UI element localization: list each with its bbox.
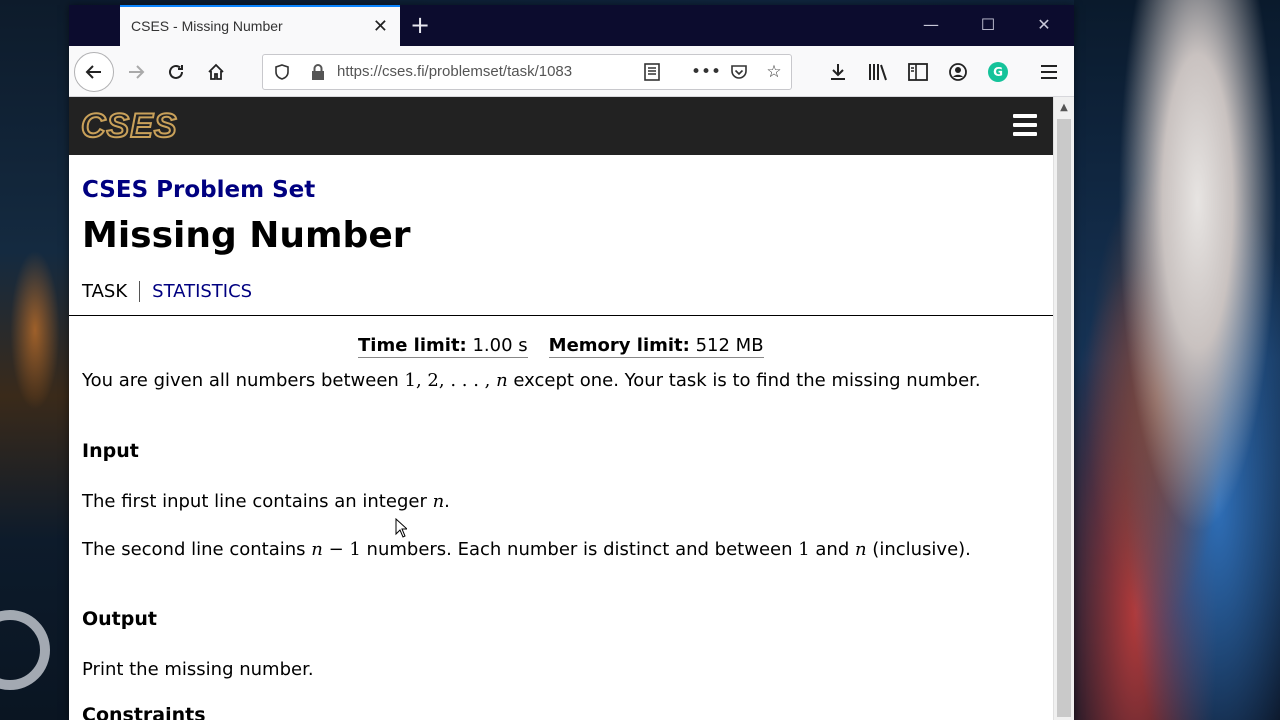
star-icon[interactable]: ☆ — [761, 59, 787, 85]
tracking-shield-icon[interactable] — [269, 59, 295, 85]
page-scrollbar[interactable]: ▲ — [1053, 97, 1074, 720]
forward-arrow-icon[interactable] — [122, 58, 150, 86]
page-viewport: CSES CSES Problem Set Missing Number TAS… — [69, 97, 1053, 720]
download-icon[interactable] — [824, 58, 852, 86]
url-bar[interactable]: https://cses.fi/problemset/task/1083 •••… — [262, 54, 792, 90]
input-paragraph-1: The first input line contains an integer… — [82, 491, 450, 512]
maximize-button[interactable]: ☐ — [968, 13, 1008, 37]
output-paragraph: Print the missing number. — [82, 659, 314, 680]
lock-icon[interactable] — [305, 59, 331, 85]
cses-logo[interactable]: CSES — [80, 106, 178, 146]
reader-view-icon[interactable] — [639, 59, 665, 85]
browser-window: CSES - Missing Number ✕ + — ☐ ✕ https:// — [69, 5, 1074, 720]
sidebar-icon[interactable] — [904, 58, 932, 86]
url-text[interactable]: https://cses.fi/problemset/task/1083 — [337, 63, 572, 80]
minimize-button[interactable]: — — [911, 13, 951, 37]
grammarly-icon[interactable]: G — [988, 62, 1008, 82]
wallpaper-glow — [10, 250, 60, 410]
home-icon[interactable] — [202, 58, 230, 86]
input-paragraph-2: The second line contains n − 1 numbers. … — [82, 539, 971, 560]
constraints-heading: Constraints — [82, 704, 206, 720]
task-nav: TASK STATISTICS — [82, 281, 252, 302]
more-icon[interactable]: ••• — [691, 59, 721, 85]
mouse-cursor-icon — [395, 518, 407, 538]
wallpaper-ring — [0, 610, 50, 690]
tab-title: CSES - Missing Number — [131, 18, 283, 34]
tab-statistics[interactable]: STATISTICS — [140, 281, 252, 302]
limits-row: Time limit: 1.00 s Memory limit: 512 MB — [358, 335, 764, 358]
account-icon[interactable] — [944, 58, 972, 86]
browser-titlebar: CSES - Missing Number ✕ + — ☐ ✕ — [69, 5, 1074, 46]
close-window-button[interactable]: ✕ — [1024, 13, 1064, 37]
hamburger-menu-icon[interactable] — [1013, 114, 1037, 136]
time-limit: Time limit: 1.00 s — [358, 335, 528, 358]
desktop-wallpaper-left — [0, 0, 70, 720]
tab-close-button[interactable]: ✕ — [373, 16, 388, 37]
app-menu-icon[interactable] — [1035, 58, 1063, 86]
tab-task[interactable]: TASK — [82, 281, 141, 302]
intro-paragraph: You are given all numbers between 1, 2, … — [82, 370, 981, 391]
page-title: Missing Number — [82, 215, 411, 256]
desktop-wallpaper-right — [1074, 0, 1280, 720]
divider — [69, 315, 1053, 316]
scroll-up-icon[interactable]: ▲ — [1054, 99, 1074, 117]
site-header: CSES — [69, 97, 1053, 155]
scroll-thumb[interactable] — [1057, 119, 1071, 717]
back-arrow-icon[interactable] — [74, 52, 114, 92]
output-heading: Output — [82, 608, 157, 630]
pocket-icon[interactable] — [726, 59, 752, 85]
breadcrumb[interactable]: CSES Problem Set — [82, 177, 315, 203]
browser-toolbar: https://cses.fi/problemset/task/1083 •••… — [69, 46, 1074, 97]
memory-limit: Memory limit: 512 MB — [548, 335, 764, 358]
input-heading: Input — [82, 440, 139, 462]
library-icon[interactable] — [864, 58, 892, 86]
reload-icon[interactable] — [162, 58, 190, 86]
new-tab-button[interactable]: + — [406, 11, 434, 39]
tab-active[interactable]: CSES - Missing Number ✕ — [120, 5, 400, 46]
